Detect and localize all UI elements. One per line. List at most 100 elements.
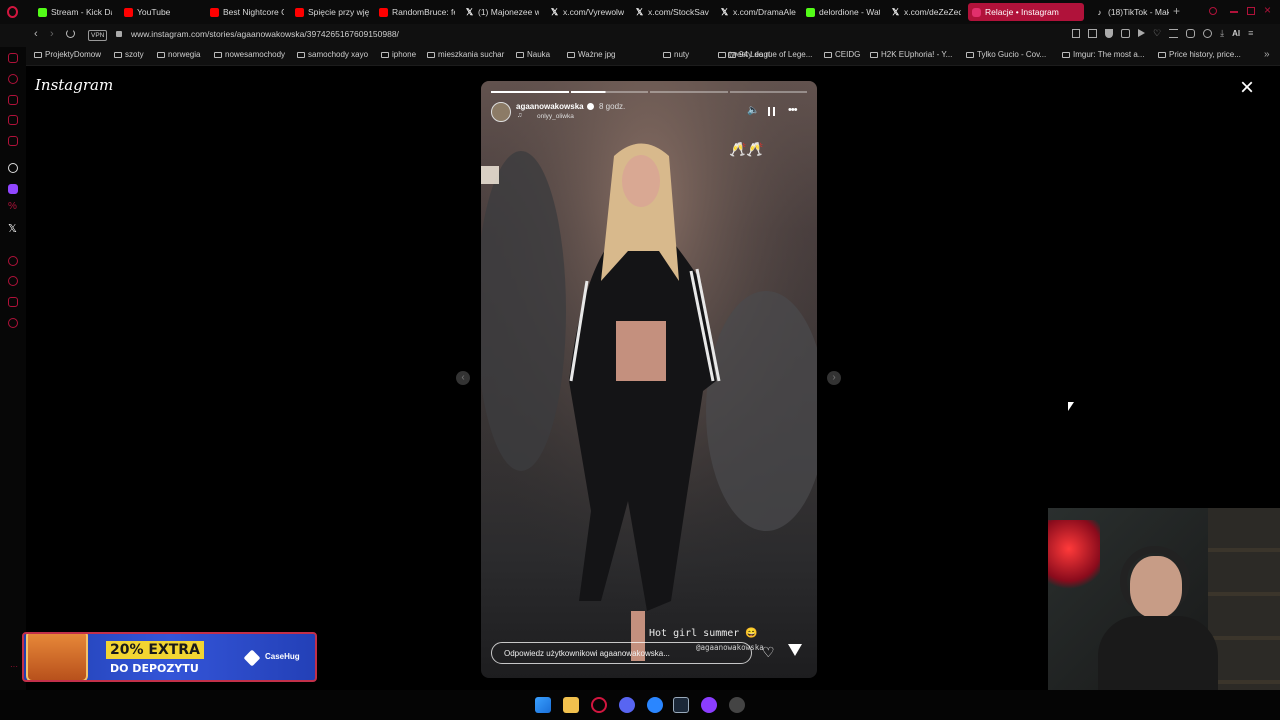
bookmarks-overflow-icon[interactable]: » (1264, 49, 1270, 60)
chatgpt-icon[interactable] (8, 163, 18, 173)
maximize-icon[interactable] (1247, 7, 1255, 15)
sidebar-more-icon[interactable]: ··· (10, 662, 18, 671)
heart-icon[interactable]: ♡ (1153, 29, 1161, 38)
x-sidebar-icon[interactable]: 𝕏 (8, 222, 17, 235)
send-icon[interactable] (788, 644, 802, 656)
translate-icon[interactable] (1121, 29, 1130, 38)
app-purple-icon[interactable] (701, 697, 717, 713)
bookmark-item[interactable]: mieszkania suchar (427, 50, 504, 59)
tab-5[interactable]: RandomBruce: fe (375, 3, 455, 21)
windows-start-icon[interactable] (535, 697, 551, 713)
bookmark-item[interactable]: norwegia (157, 50, 200, 59)
tab-8[interactable]: 𝕏x.com/StockSav (631, 3, 709, 21)
story-username[interactable]: agaanowakowska (516, 102, 584, 111)
new-tab-icon[interactable]: + (1173, 5, 1180, 17)
tab-6[interactable]: 𝕏 (1) Majonezee w (461, 3, 539, 21)
tab-11[interactable]: 𝕏x.com/deZeZed (887, 3, 961, 21)
bookmark-item[interactable]: 94 League of Lege... (728, 50, 812, 59)
story-music-label[interactable]: onlyy_oliwka (537, 113, 574, 120)
bookmark-item[interactable]: H2K EUphoria! - Y... (870, 50, 952, 59)
settings-icon[interactable] (8, 318, 18, 328)
tab-1[interactable]: Stream - Kick Da (34, 3, 112, 21)
bookmark-item[interactable]: nuty (663, 50, 689, 59)
bookmarks-bar: ProjektyDomow szoty norwegia nowesamochody s… (0, 47, 1280, 66)
back-icon[interactable]: ‹ (34, 28, 38, 40)
forward-icon[interactable]: › (50, 28, 54, 40)
avatar[interactable] (491, 102, 511, 122)
speed-dial-icon[interactable] (8, 53, 18, 63)
close-window-icon[interactable]: × (1264, 3, 1271, 17)
instagram-logo[interactable]: Instagram (35, 76, 113, 94)
play-icon[interactable] (1138, 29, 1145, 37)
x-icon: 𝕏 (891, 6, 900, 17)
story-card[interactable]: agaanowakowska 8 godz. ♫ onlyy_oliwka 🔈 … (481, 81, 817, 678)
tab-label: Best Nightcore G (223, 7, 284, 17)
bookmark-item[interactable]: ProjektyDomow (34, 50, 101, 59)
bookmark-item[interactable]: CEIDG (824, 50, 860, 59)
opera-taskbar-icon[interactable] (591, 697, 607, 713)
bookmark-item[interactable]: Tylko Gucio - Cov... (966, 50, 1046, 59)
aria-ai-button[interactable]: AI (1232, 29, 1240, 38)
tab-2[interactable]: YouTube (120, 3, 200, 21)
pin-icon[interactable] (8, 297, 18, 307)
like-icon[interactable]: ♡ (762, 645, 775, 659)
url-field[interactable]: www.instagram.com/stories/agaanowakowska… (131, 29, 399, 39)
opera-logo-icon[interactable] (7, 6, 18, 18)
extensions-icon[interactable] (1186, 29, 1196, 38)
next-story-icon[interactable]: › (827, 371, 841, 385)
snapshot-icon[interactable] (1088, 29, 1097, 38)
kick-icon (38, 7, 47, 17)
bookmark-item[interactable]: szoty (114, 50, 144, 59)
mute-icon[interactable]: 🔈 (747, 105, 759, 116)
minimize-icon[interactable] (1230, 11, 1238, 13)
bookmark-icon[interactable] (1072, 29, 1080, 38)
bookmark-item[interactable]: iphone (381, 50, 416, 59)
previous-story-icon[interactable]: ‹ (456, 371, 470, 385)
tab-10[interactable]: delordione - Wat (802, 3, 880, 21)
messenger-icon[interactable] (8, 136, 18, 146)
steam-icon[interactable] (673, 697, 689, 713)
clock-icon[interactable] (8, 276, 18, 286)
search-tabs-icon[interactable] (1209, 7, 1217, 15)
pause-icon[interactable] (768, 107, 775, 116)
bookmark-item[interactable]: samochody xayo (297, 50, 368, 59)
discord-icon[interactable] (619, 697, 635, 713)
wallet-icon[interactable] (8, 95, 18, 105)
reload-icon[interactable] (66, 29, 75, 38)
tab-3[interactable]: Best Nightcore G (206, 3, 284, 21)
bookmark-item[interactable]: nowesamochody (214, 50, 285, 59)
shield-icon[interactable] (1105, 29, 1113, 38)
twitch-icon[interactable] (8, 184, 18, 194)
bookmark-item[interactable]: Ważne jpg (567, 50, 616, 59)
app-tools-icon[interactable] (729, 697, 745, 713)
promo-banner[interactable]: 20% EXTRA DO DEPOZYTU CaseHug (22, 632, 317, 682)
percent-icon[interactable]: % (8, 201, 17, 212)
bookmark-item[interactable]: Price history, price... (1158, 50, 1241, 59)
tab-9[interactable]: 𝕏x.com/DramaAle (716, 3, 796, 21)
story-options-icon[interactable]: ••• (788, 104, 798, 116)
more-menu-icon[interactable]: ≡ (1248, 29, 1253, 38)
vpn-badge[interactable]: VPN (88, 30, 108, 41)
tab-7[interactable]: 𝕏x.com/Vyrewolw (546, 3, 624, 21)
bookmark-label: Ważne jpg (578, 50, 616, 59)
bookmark-item[interactable]: Nauka (516, 50, 550, 59)
history-icon[interactable] (8, 74, 18, 84)
lock-icon[interactable] (116, 31, 122, 37)
reply-input[interactable]: Odpowiedz użytkownikowi agaanowakowska..… (491, 642, 752, 664)
bookmark-item[interactable]: Imgur: The most a... (1062, 50, 1144, 59)
file-explorer-icon[interactable] (563, 697, 579, 713)
bookmark-label: CEIDG (835, 50, 861, 59)
music-player-icon[interactable] (8, 256, 18, 266)
tab-13[interactable]: ♪ (18)TikTok - Mak (1091, 3, 1170, 21)
bookmark-label: Tylko Gucio - Cov... (977, 50, 1047, 59)
tab-12[interactable]: Relacje • Instagram (968, 3, 1084, 21)
download-icon[interactable]: ⤓ (1220, 29, 1224, 38)
share-icon[interactable] (1203, 29, 1213, 38)
news-icon[interactable] (8, 115, 18, 125)
tab-4[interactable]: Spięcie przy wję (291, 3, 369, 21)
close-icon[interactable]: × (1240, 76, 1254, 100)
reply-placeholder: Odpowiedz użytkownikowi agaanowakowska..… (504, 649, 670, 658)
folder-icon (966, 51, 974, 58)
messenger-taskbar-icon[interactable] (647, 697, 663, 713)
menu-icon[interactable] (1169, 29, 1179, 38)
